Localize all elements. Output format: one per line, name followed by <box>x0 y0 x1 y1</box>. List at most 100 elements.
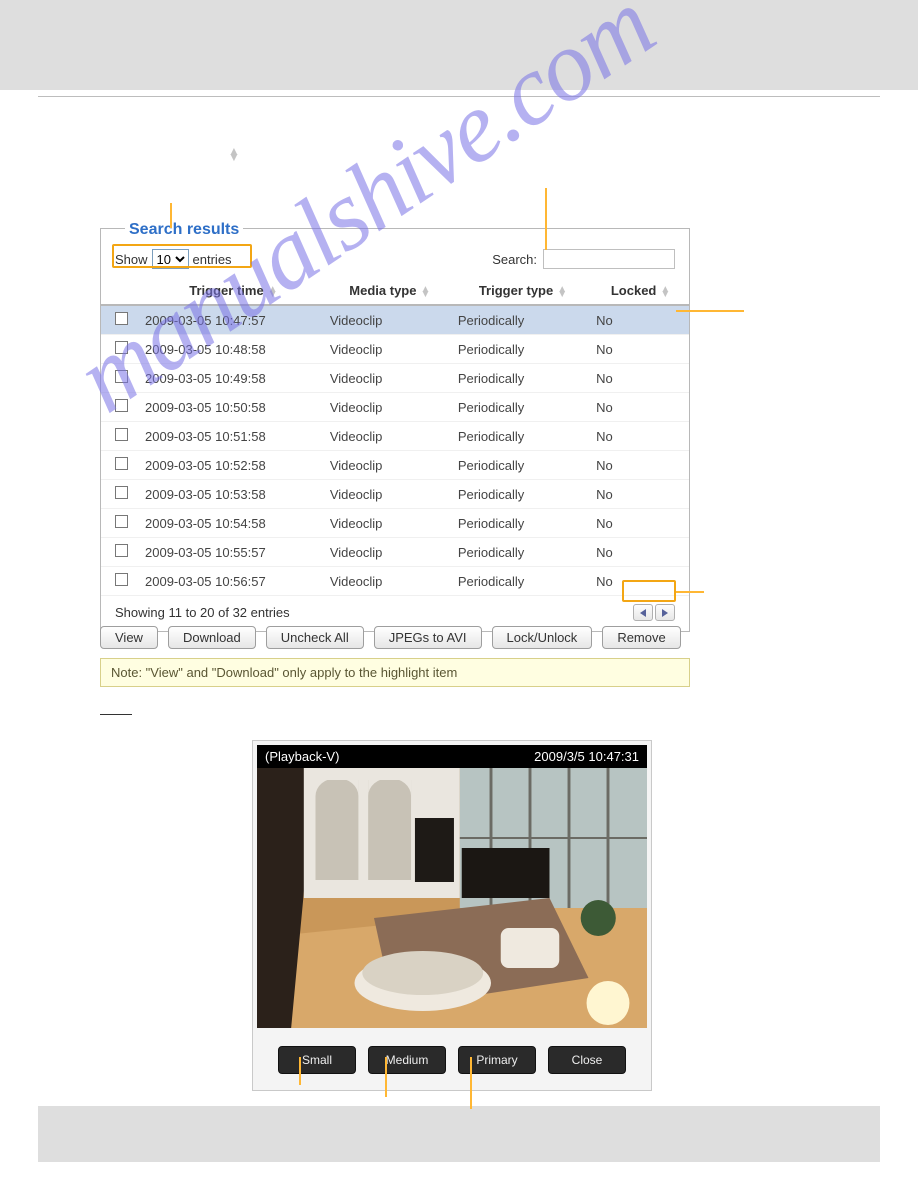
size-medium-button[interactable]: Medium <box>368 1046 446 1074</box>
show-entries-group: Show 10 entries <box>115 249 232 269</box>
show-label-prefix: Show <box>115 252 148 267</box>
remove-button[interactable]: Remove <box>602 626 680 649</box>
search-results-panel: Show 10 entries Search: Trigger time▲▼ M… <box>100 228 690 632</box>
table-row[interactable]: 2009-03-05 10:49:58VideoclipPeriodically… <box>101 364 689 393</box>
cell-locked: No <box>592 538 689 567</box>
cell-trigger-time: 2009-03-05 10:52:58 <box>141 451 326 480</box>
cell-trigger-type: Periodically <box>454 422 592 451</box>
table-row[interactable]: 2009-03-05 10:48:58VideoclipPeriodically… <box>101 335 689 364</box>
show-label-suffix: entries <box>193 252 232 267</box>
search-group: Search: <box>492 249 675 269</box>
sort-icon: ▲▼ <box>268 287 278 297</box>
cell-trigger-type: Periodically <box>454 509 592 538</box>
cell-trigger-type: Periodically <box>454 480 592 509</box>
callout-line <box>385 1057 387 1097</box>
jpegs-to-avi-button[interactable]: JPEGs to AVI <box>374 626 482 649</box>
cell-trigger-type: Periodically <box>454 451 592 480</box>
note-bar: Note: "View" and "Download" only apply t… <box>100 658 690 687</box>
table-row[interactable]: 2009-03-05 10:47:57VideoclipPeriodically… <box>101 305 689 335</box>
viewer-title-left: (Playback-V) <box>265 749 339 764</box>
table-row[interactable]: 2009-03-05 10:56:57VideoclipPeriodically… <box>101 567 689 596</box>
horizontal-rule <box>38 96 880 97</box>
cell-trigger-type: Periodically <box>454 538 592 567</box>
cell-trigger-time: 2009-03-05 10:51:58 <box>141 422 326 451</box>
cell-locked: No <box>592 393 689 422</box>
table-row[interactable]: 2009-03-05 10:53:58VideoclipPeriodically… <box>101 480 689 509</box>
cell-locked: No <box>592 305 689 335</box>
sort-icon: ▲▼ <box>420 287 430 297</box>
close-button[interactable]: Close <box>548 1046 626 1074</box>
chevron-left-icon <box>640 609 646 617</box>
callout-line <box>299 1057 301 1085</box>
cell-media-type: Videoclip <box>326 305 454 335</box>
playback-frame <box>257 768 647 1028</box>
table-row[interactable]: 2009-03-05 10:55:57VideoclipPeriodically… <box>101 538 689 567</box>
viewer-title-right: 2009/3/5 10:47:31 <box>534 749 639 764</box>
table-row[interactable]: 2009-03-05 10:51:58VideoclipPeriodically… <box>101 422 689 451</box>
lock-unlock-button[interactable]: Lock/Unlock <box>492 626 593 649</box>
table-row[interactable]: 2009-03-05 10:50:58VideoclipPeriodically… <box>101 393 689 422</box>
playback-scene-icon <box>257 768 647 1028</box>
col-trigger-type[interactable]: Trigger type▲▼ <box>454 277 592 305</box>
col-media-type[interactable]: Media type▲▼ <box>326 277 454 305</box>
cell-media-type: Videoclip <box>326 451 454 480</box>
cell-media-type: Videoclip <box>326 335 454 364</box>
panel-legend: Search results <box>125 221 243 239</box>
cell-media-type: Videoclip <box>326 480 454 509</box>
row-checkbox[interactable] <box>115 428 128 441</box>
cell-media-type: Videoclip <box>326 509 454 538</box>
cell-trigger-time: 2009-03-05 10:49:58 <box>141 364 326 393</box>
cell-media-type: Videoclip <box>326 538 454 567</box>
viewer-titlebar: (Playback-V) 2009/3/5 10:47:31 <box>257 745 647 768</box>
table-row[interactable]: 2009-03-05 10:52:58VideoclipPeriodically… <box>101 451 689 480</box>
search-label: Search: <box>492 252 537 267</box>
row-checkbox[interactable] <box>115 544 128 557</box>
table-row[interactable]: 2009-03-05 10:54:58VideoclipPeriodically… <box>101 509 689 538</box>
header-band <box>0 0 918 90</box>
row-checkbox[interactable] <box>115 370 128 383</box>
footer-band <box>38 1106 880 1162</box>
download-button[interactable]: Download <box>168 626 256 649</box>
status-text: Showing 11 to 20 of 32 entries <box>115 605 290 620</box>
row-checkbox[interactable] <box>115 573 128 586</box>
callout-line <box>676 310 744 312</box>
sort-icon: ▲▼ <box>557 287 567 297</box>
cell-media-type: Videoclip <box>326 567 454 596</box>
chevron-right-icon <box>662 609 668 617</box>
row-checkbox[interactable] <box>115 399 128 412</box>
callout-line <box>170 203 172 228</box>
sort-icon: ▲▼ <box>660 287 670 297</box>
cell-trigger-time: 2009-03-05 10:53:58 <box>141 480 326 509</box>
playback-viewer: (Playback-V) 2009/3/5 10:47:31 <box>252 740 652 1091</box>
view-button[interactable]: View <box>100 626 158 649</box>
row-checkbox[interactable] <box>115 312 128 325</box>
cell-locked: No <box>592 364 689 393</box>
row-checkbox[interactable] <box>115 515 128 528</box>
row-checkbox[interactable] <box>115 457 128 470</box>
row-checkbox[interactable] <box>115 486 128 499</box>
cell-locked: No <box>592 422 689 451</box>
col-locked[interactable]: Locked▲▼ <box>592 277 689 305</box>
cell-locked: No <box>592 480 689 509</box>
search-input[interactable] <box>543 249 675 269</box>
cell-media-type: Videoclip <box>326 364 454 393</box>
cell-trigger-time: 2009-03-05 10:47:57 <box>141 305 326 335</box>
page-next-button[interactable] <box>655 604 675 621</box>
size-small-button[interactable]: Small <box>278 1046 356 1074</box>
page-prev-button[interactable] <box>633 604 653 621</box>
cell-media-type: Videoclip <box>326 422 454 451</box>
cell-trigger-time: 2009-03-05 10:48:58 <box>141 335 326 364</box>
cell-trigger-type: Periodically <box>454 567 592 596</box>
cell-media-type: Videoclip <box>326 393 454 422</box>
cell-trigger-type: Periodically <box>454 305 592 335</box>
cell-locked: No <box>592 335 689 364</box>
show-entries-select[interactable]: 10 <box>152 249 189 269</box>
col-checkbox <box>101 277 141 305</box>
sort-arrows-icon: ▲▼ <box>228 148 240 160</box>
cell-trigger-time: 2009-03-05 10:54:58 <box>141 509 326 538</box>
col-trigger-time[interactable]: Trigger time▲▼ <box>141 277 326 305</box>
action-button-row: View Download Uncheck All JPEGs to AVI L… <box>100 626 681 649</box>
short-rule <box>100 714 132 715</box>
row-checkbox[interactable] <box>115 341 128 354</box>
uncheck-all-button[interactable]: Uncheck All <box>266 626 364 649</box>
